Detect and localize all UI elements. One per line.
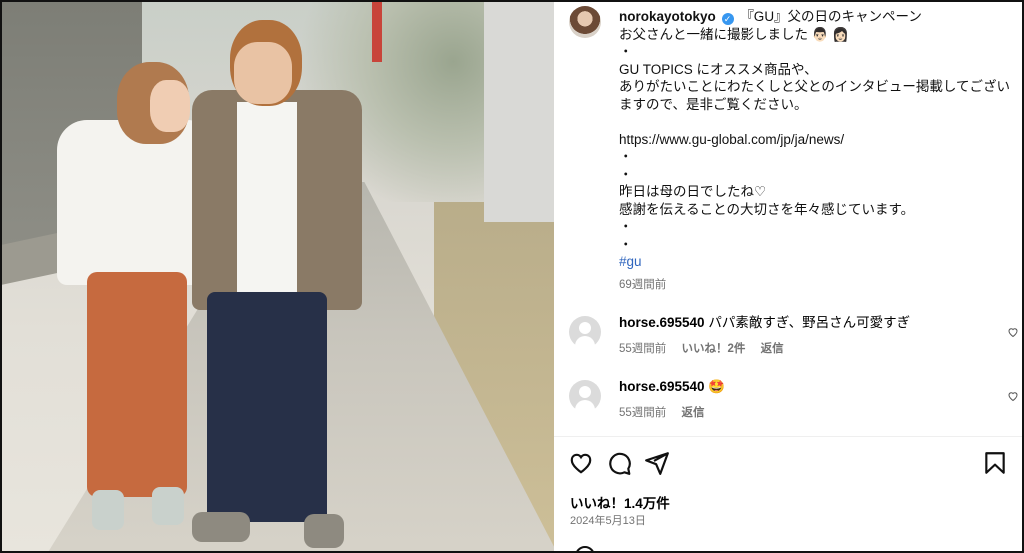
caption-line: ・ [619,166,633,182]
comment-meta: 55週間前 返信 [619,404,717,420]
post-age: 69週間前 [619,278,667,291]
caption-line: ますので、是非ご覧ください。 [619,96,808,112]
comment-meta: 55週間前 いいね！2件 返信 [619,340,796,356]
reply-button[interactable]: 返信 [761,343,784,355]
hashtag-link[interactable]: #gu [619,253,1014,271]
comments-scroll-area[interactable]: norokayotokyo ✓ 『GU』父の日のキャンペーン お父さんと一緒に撮… [554,2,1022,434]
red-pole [372,2,382,62]
heart-icon[interactable] [568,450,594,476]
reply-button[interactable]: 返信 [682,407,705,419]
comment-bubble-icon[interactable] [606,450,632,476]
man-white-tee [237,102,297,302]
like-count[interactable]: いいね！1.4万件 [570,492,670,512]
caption-username[interactable]: norokayotokyo [619,9,716,24]
actions-divider [554,436,1022,437]
owner-avatar[interactable] [569,6,601,38]
caption-line: ・ [619,149,633,164]
commenter-avatar[interactable] [569,380,601,414]
comment-text: horse.695540 🤩 [619,378,725,396]
caption-line: 感謝を伝えることの大切さを年々感じています。 [619,201,915,217]
caption-line: ・ [619,236,633,252]
paper-plane-icon[interactable] [644,450,670,476]
comment-heart-icon[interactable] [1007,390,1019,402]
comment-heart-icon[interactable] [1007,326,1019,338]
comment-age: 55週間前 [619,343,667,355]
caption-line: ありがたいことにわたくしと父とのインタビュー掲載してござい [619,79,1010,94]
commenter-username[interactable]: horse.695540 [619,315,705,330]
caption-line: GU TOPICS にオススメ商品や、 [619,61,818,77]
woman-shoe [92,490,124,530]
caption-line: 『GU』父の日のキャンペーン [740,9,922,24]
woman-face [150,80,190,132]
post-actions-bar [568,450,1008,480]
comment-text: horse.695540 パパ素敵すぎ、野呂さん可愛すぎ [619,314,910,332]
caption-line: お父さんと一緒に撮影しました 👨🏻 👩🏻 [619,26,850,42]
comment-body: 🤩 [708,379,726,394]
comment-item: horse.695540 🤩 55週間前 返信 [569,374,1019,424]
comment-age: 55週間前 [619,407,667,419]
caption-line: ・ [619,219,633,234]
white-fence [484,2,554,222]
verified-badge-icon: ✓ [721,13,734,25]
post-side-panel: norokayotokyo ✓ 『GU』父の日のキャンペーン お父さんと一緒に撮… [554,2,1022,551]
man-face [234,42,292,104]
woman-orange-pants [87,272,187,497]
man-navy-pants [207,292,327,522]
caption-line: ・ [619,44,633,59]
man-shoe [192,512,250,542]
comment-item: horse.695540 パパ素敵すぎ、野呂さん可愛すぎ 55週間前 いいね！2… [569,310,1019,360]
commenter-username[interactable]: horse.695540 [619,379,705,394]
commenter-avatar[interactable] [569,316,601,350]
post-date: 2024年5月13日 [570,515,646,527]
woman-shoe [152,487,184,525]
post-photo[interactable] [2,2,554,551]
caption-link[interactable]: https://www.gu-global.com/jp/ja/news/ [619,131,1014,149]
bookmark-icon[interactable] [982,450,1008,476]
comment-likes[interactable]: いいね！2件 [682,343,746,355]
comment-body: パパ素敵すぎ、野呂さん可愛すぎ [708,315,911,330]
user-avatar-partial [575,546,595,551]
caption-line: 昨日は母の日でしたね♡ [619,184,767,199]
post-caption: norokayotokyo ✓ 『GU』父の日のキャンペーン お父さんと一緒に撮… [619,8,1014,294]
man-shoe [304,514,344,548]
